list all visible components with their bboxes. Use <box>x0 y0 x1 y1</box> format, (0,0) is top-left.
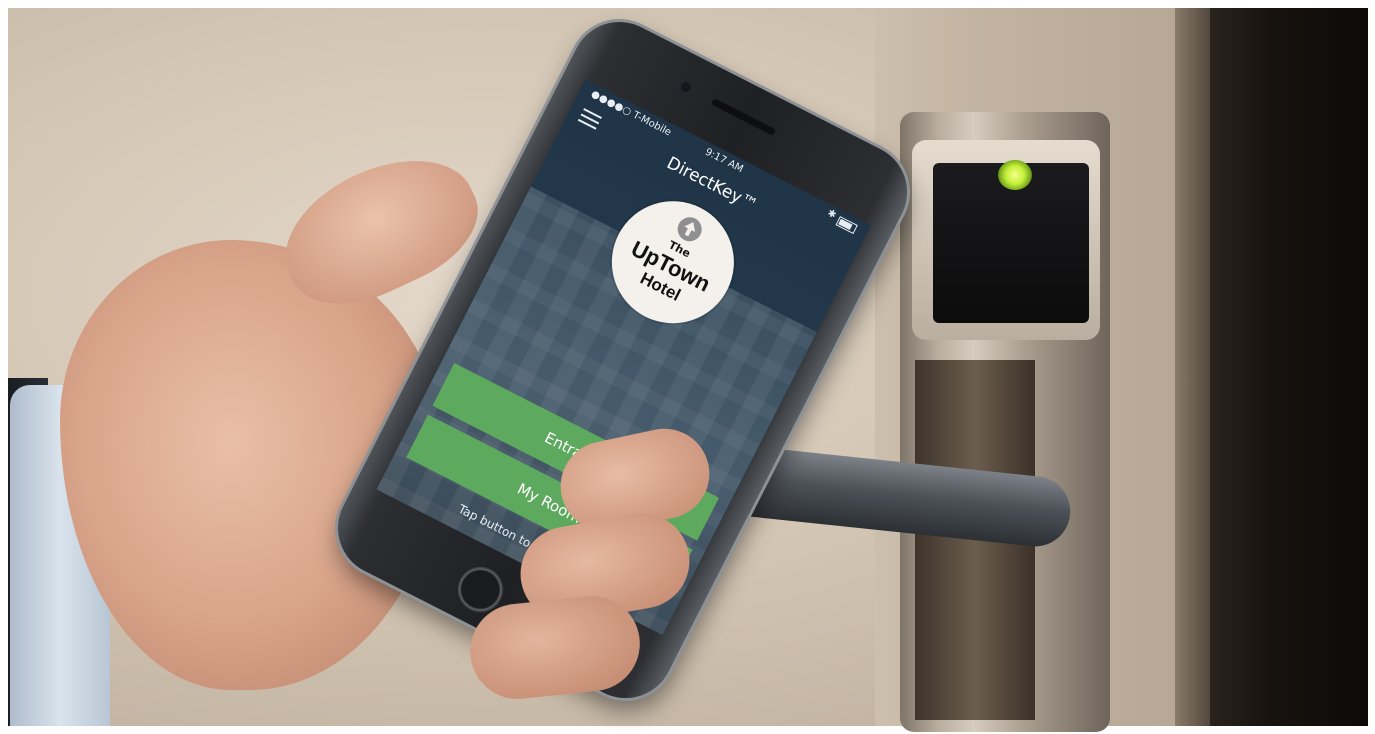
open-doorway <box>1210 8 1368 726</box>
lock-status-led <box>998 160 1032 190</box>
photo-scene: ●●●●○ T-Mobile 9:17 AM ✱ DirectKey™ The … <box>0 0 1375 734</box>
front-camera <box>679 80 693 94</box>
battery-icon <box>835 216 858 235</box>
door-edge <box>1175 8 1215 726</box>
earpiece <box>710 97 777 136</box>
